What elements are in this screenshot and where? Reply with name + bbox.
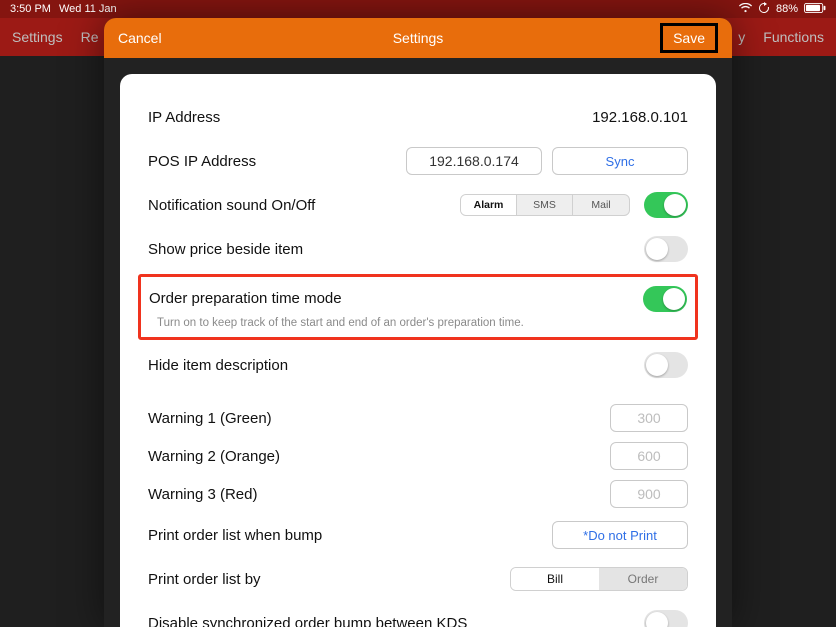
show-price-label: Show price beside item <box>148 241 644 258</box>
notification-sound-toggle[interactable] <box>644 192 688 218</box>
status-time: 3:50 PM <box>10 3 51 15</box>
battery-icon <box>804 3 826 16</box>
warning-2-label: Warning 2 (Orange) <box>148 448 610 465</box>
save-button[interactable]: Save <box>660 23 718 53</box>
modal-title: Settings <box>104 30 732 46</box>
order-prep-subtext: Turn on to keep track of the start and e… <box>149 317 687 329</box>
warning-1-input[interactable]: 300 <box>610 404 688 432</box>
pos-ip-input[interactable]: 192.168.0.174 <box>406 147 542 175</box>
disable-sync-order-label: Disable synchronized order bump between … <box>148 615 644 627</box>
hide-desc-toggle[interactable] <box>644 352 688 378</box>
bg-nav-reports-partial[interactable]: Re <box>81 29 99 45</box>
disable-sync-order-toggle[interactable] <box>644 610 688 627</box>
status-bar: 3:50 PM Wed 11 Jan 88% <box>0 0 836 18</box>
order-prep-highlight: Order preparation time mode Turn on to k… <box>138 274 698 340</box>
warning-3-label: Warning 3 (Red) <box>148 486 610 503</box>
seg-sms[interactable]: SMS <box>517 195 573 215</box>
sync-button[interactable]: Sync <box>552 147 688 175</box>
seg-order[interactable]: Order <box>599 568 687 590</box>
warning-2-input[interactable]: 600 <box>610 442 688 470</box>
seg-alarm[interactable]: Alarm <box>461 195 517 215</box>
cancel-button[interactable]: Cancel <box>118 30 162 46</box>
print-when-bump-button[interactable]: *Do not Print <box>552 521 688 549</box>
warning-3-input[interactable]: 900 <box>610 480 688 508</box>
bg-nav-partial[interactable]: y <box>738 29 745 45</box>
print-by-segment[interactable]: Bill Order <box>510 567 688 591</box>
order-prep-toggle[interactable] <box>643 286 687 312</box>
notification-sound-label: Notification sound On/Off <box>148 197 460 214</box>
pos-ip-label: POS IP Address <box>148 153 406 170</box>
modal-header: Cancel Settings Save <box>104 18 732 58</box>
bg-nav-settings[interactable]: Settings <box>12 29 63 45</box>
wifi-icon <box>739 3 752 16</box>
ip-address-label: IP Address <box>148 109 592 126</box>
print-by-label: Print order list by <box>148 571 510 588</box>
seg-mail[interactable]: Mail <box>573 195 629 215</box>
ip-address-value: 192.168.0.101 <box>592 109 688 126</box>
battery-percent: 88% <box>776 3 798 15</box>
order-prep-label: Order preparation time mode <box>149 290 643 308</box>
seg-bill[interactable]: Bill <box>511 568 599 590</box>
bg-nav-functions[interactable]: Functions <box>763 29 824 45</box>
notification-sound-segment[interactable]: Alarm SMS Mail <box>460 194 630 216</box>
sync-indicator-icon <box>758 2 770 17</box>
settings-modal: Cancel Settings Save IP Address 192.168.… <box>104 18 732 627</box>
status-date: Wed 11 Jan <box>59 3 117 15</box>
print-when-bump-label: Print order list when bump <box>148 527 552 544</box>
hide-desc-label: Hide item description <box>148 357 644 374</box>
show-price-toggle[interactable] <box>644 236 688 262</box>
settings-panel: IP Address 192.168.0.101 POS IP Address … <box>120 74 716 627</box>
warning-1-label: Warning 1 (Green) <box>148 410 610 427</box>
